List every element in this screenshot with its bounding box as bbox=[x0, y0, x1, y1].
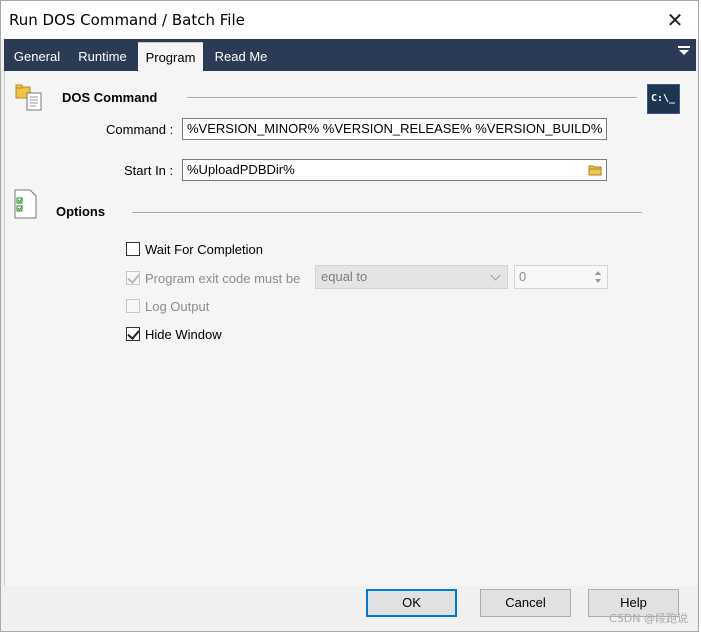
start-in-input[interactable]: %UploadPDBDir% bbox=[182, 159, 607, 181]
title-bar: Run DOS Command / Batch File ✕ bbox=[1, 1, 698, 39]
window-title: Run DOS Command / Batch File bbox=[9, 11, 245, 29]
options-section-label: Options bbox=[56, 204, 106, 219]
check-icon bbox=[127, 327, 140, 340]
tab-general[interactable]: General bbox=[6, 42, 68, 71]
spin-up-icon[interactable] bbox=[595, 271, 601, 275]
browse-folder-icon[interactable] bbox=[588, 164, 602, 176]
folder-document-icon bbox=[15, 84, 42, 111]
close-icon: ✕ bbox=[666, 8, 684, 32]
exit-code-value-spinner[interactable]: 0 bbox=[514, 265, 608, 289]
chevron-down-icon bbox=[490, 270, 501, 281]
tab-bar: General Runtime Program Read Me bbox=[4, 39, 696, 72]
hide-window-label: Hide Window bbox=[145, 327, 222, 342]
dos-command-section-label: DOS Command bbox=[62, 90, 158, 105]
tab-read-me[interactable]: Read Me bbox=[207, 42, 275, 71]
cancel-button[interactable]: Cancel bbox=[480, 589, 571, 617]
hide-window-checkbox[interactable] bbox=[126, 327, 140, 341]
exit-code-value: 0 bbox=[519, 269, 527, 284]
tab-program[interactable]: Program bbox=[138, 42, 203, 72]
command-label: Command : bbox=[106, 122, 174, 137]
exit-code-checkbox[interactable] bbox=[126, 271, 140, 285]
comparison-value: equal to bbox=[321, 269, 368, 284]
tab-overflow-menu-icon[interactable] bbox=[678, 46, 690, 60]
command-input[interactable]: %VERSION_MINOR% %VERSION_RELEASE% %VERSI… bbox=[182, 118, 607, 140]
log-output-label: Log Output bbox=[145, 299, 210, 314]
dialog-window: Run DOS Command / Batch File ✕ General R… bbox=[0, 0, 699, 632]
exit-code-comparison-select[interactable]: equal to bbox=[315, 265, 508, 289]
wait-for-completion-label: Wait For Completion bbox=[145, 242, 263, 257]
start-in-value: %UploadPDBDir% bbox=[187, 162, 295, 177]
spin-down-icon[interactable] bbox=[595, 279, 601, 283]
close-button[interactable]: ✕ bbox=[652, 1, 698, 39]
console-icon: C:\_ bbox=[647, 84, 680, 114]
section-divider bbox=[132, 212, 642, 214]
section-divider bbox=[187, 97, 637, 99]
start-in-label: Start In : bbox=[124, 163, 174, 178]
ok-button[interactable]: OK bbox=[366, 589, 457, 617]
wait-for-completion-checkbox[interactable] bbox=[126, 242, 140, 256]
checklist-icon bbox=[14, 189, 37, 219]
program-tab-panel: DOS Command C:\_ Command : %VERSION_MINO… bbox=[4, 71, 697, 586]
tab-runtime[interactable]: Runtime bbox=[70, 42, 135, 71]
exit-code-label: Program exit code must be bbox=[145, 271, 301, 286]
watermark: CSDN @段跑说 bbox=[609, 612, 688, 625]
log-output-checkbox[interactable] bbox=[126, 299, 140, 313]
check-icon bbox=[127, 271, 140, 284]
